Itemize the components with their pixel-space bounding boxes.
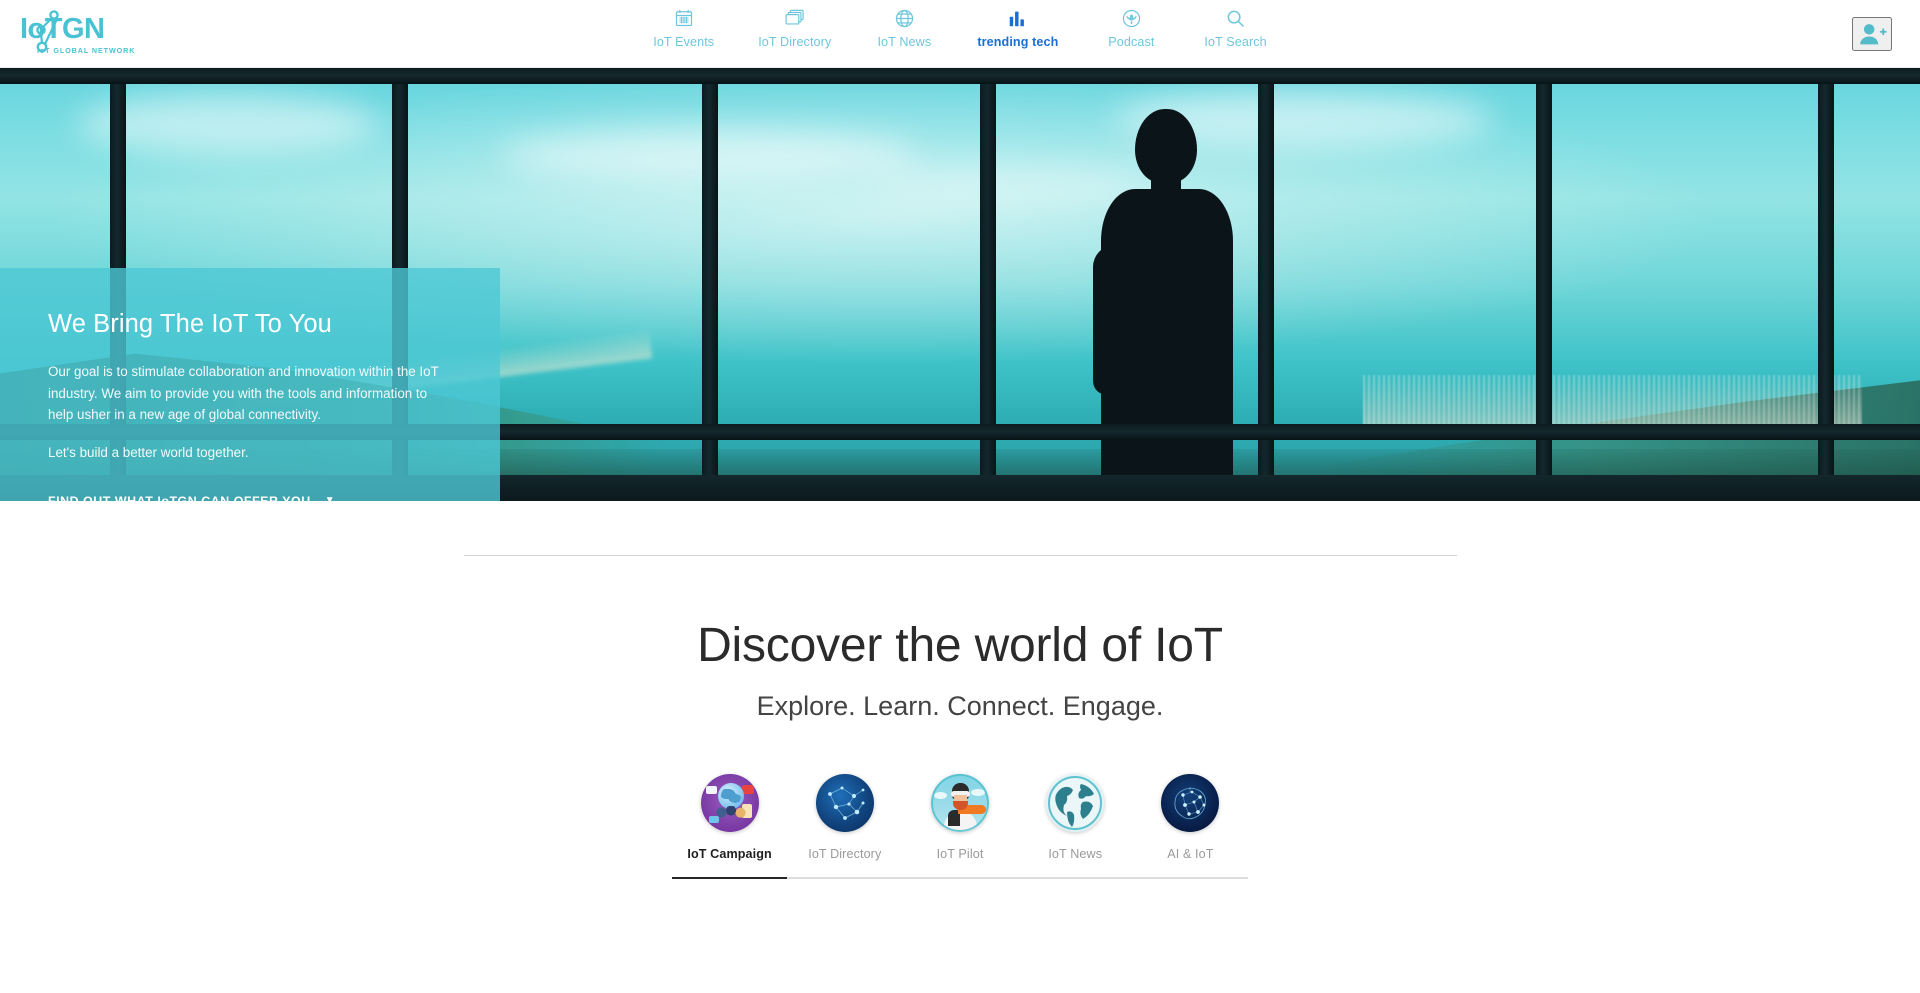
user-plus-icon[interactable] xyxy=(1852,16,1892,51)
nav-item-iot-events[interactable]: IoT Events xyxy=(653,7,714,49)
podcast-icon xyxy=(1121,7,1142,29)
bar-chart-icon xyxy=(1008,7,1027,29)
world-globe-icon xyxy=(1046,774,1105,832)
tab-iot-pilot[interactable]: IoT Pilot xyxy=(902,774,1017,861)
discover-section: Discover the world of IoT Explore. Learn… xyxy=(0,555,1920,879)
network-nodes-icon xyxy=(815,774,874,832)
wireframe-brain-icon xyxy=(1161,774,1220,832)
tab-ai-and-iot[interactable]: AI & IoT xyxy=(1133,774,1248,861)
hero-title: We Bring The IoT To You xyxy=(48,310,332,338)
tab-underline-track xyxy=(672,877,1248,879)
tab-underline-active-indicator xyxy=(672,877,787,879)
pilot-avatar-icon xyxy=(931,774,989,832)
hero-caption-card: We Bring The IoT To You Our goal is to s… xyxy=(0,268,500,501)
globe-icon xyxy=(894,7,915,29)
nav-item-iot-search[interactable]: IoT Search xyxy=(1204,7,1267,49)
main-nav: IoT Events IoT Directory IoT News trendi… xyxy=(653,0,1267,67)
nav-item-iot-directory[interactable]: IoT Directory xyxy=(758,7,831,49)
campaign-globe-icon xyxy=(700,774,759,832)
site-logo[interactable]: IoTGN IoT GLOBAL NETWORK xyxy=(10,6,134,58)
nav-label: trending tech xyxy=(977,35,1059,49)
tab-label: IoT Pilot xyxy=(936,847,984,861)
category-tab-row: IoT Campaign IoT Directory IoT Pilot IoT… xyxy=(672,774,1248,861)
businessman-silhouette xyxy=(1085,109,1255,501)
discover-title: Discover the world of IoT xyxy=(697,619,1223,672)
discover-subtitle: Explore. Learn. Connect. Engage. xyxy=(756,691,1164,721)
tab-label: AI & IoT xyxy=(1167,847,1214,861)
logo-tagline: IoT GLOBAL NETWORK xyxy=(37,46,136,55)
nav-item-podcast[interactable]: Podcast xyxy=(1102,7,1160,49)
calendar-icon xyxy=(674,7,694,29)
nav-label: Podcast xyxy=(1108,35,1155,49)
nav-item-trending-tech[interactable]: trending tech xyxy=(977,7,1058,49)
nav-item-iot-news[interactable]: IoT News xyxy=(875,7,933,49)
tab-label: IoT News xyxy=(1048,847,1103,861)
hero-banner: We Bring The IoT To You Our goal is to s… xyxy=(0,68,1920,501)
tab-label: IoT Directory xyxy=(808,847,882,861)
tab-label: IoT Campaign xyxy=(687,847,772,861)
nav-label: IoT News xyxy=(877,35,932,49)
tab-iot-news[interactable]: IoT News xyxy=(1018,774,1133,861)
hero-cta-button[interactable]: FIND OUT WHAT IoTGN CAN OFFER YOU ▼ xyxy=(48,494,335,501)
nav-label: IoT Directory xyxy=(758,35,832,49)
tab-iot-campaign[interactable]: IoT Campaign xyxy=(672,774,787,861)
nav-label: IoT Events xyxy=(653,35,715,49)
search-icon xyxy=(1225,7,1246,29)
hero-paragraph: Our goal is to stimulate collaboration a… xyxy=(48,364,439,423)
category-tabs: IoT Campaign IoT Directory IoT Pilot IoT… xyxy=(672,774,1248,879)
top-navigation-bar: IoTGN IoT GLOBAL NETWORK IoT Events IoT … xyxy=(0,0,1920,68)
section-divider xyxy=(463,555,1457,556)
cards-stack-icon xyxy=(784,7,806,29)
tab-iot-directory[interactable]: IoT Directory xyxy=(787,774,902,861)
hero-cta-label: FIND OUT WHAT IoTGN CAN OFFER YOU xyxy=(48,493,311,501)
hero-tagline: Let's build a better world together. xyxy=(48,445,249,461)
chevron-down-icon: ▼ xyxy=(324,494,336,501)
window-transom xyxy=(0,68,1920,84)
nav-label: IoT Search xyxy=(1204,35,1267,49)
